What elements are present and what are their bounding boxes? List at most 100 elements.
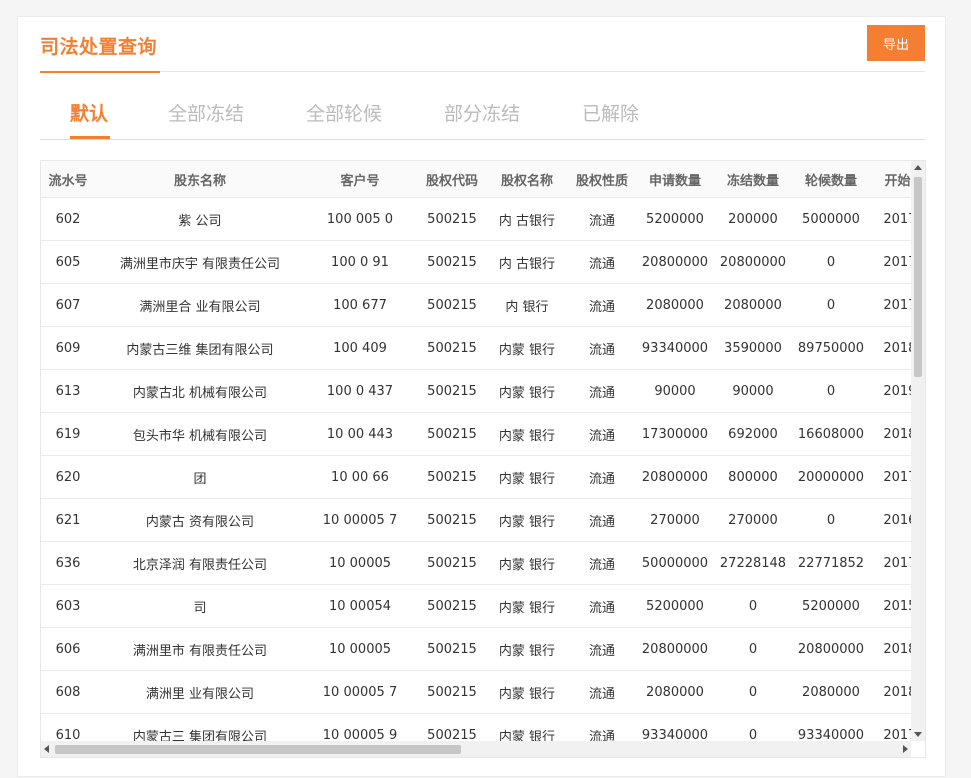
table-cell: 20000000	[795, 455, 867, 499]
table-cell: 500215	[415, 584, 489, 628]
table-cell: 22771852	[795, 541, 867, 585]
table-cell: 20190	[867, 369, 911, 413]
column-header: 股权性质	[565, 161, 639, 198]
table-cell: 608	[41, 670, 95, 714]
table-cell: 内 银行	[489, 283, 565, 327]
table-cell: 93340000	[639, 326, 711, 370]
vertical-scrollbar[interactable]	[911, 161, 925, 741]
table-cell: 流通	[565, 670, 639, 714]
scroll-up-arrow-icon[interactable]	[914, 165, 922, 170]
scroll-right-arrow-icon[interactable]	[903, 745, 908, 753]
scroll-left-arrow-icon[interactable]	[44, 745, 49, 753]
table-cell: 内蒙 银行	[489, 713, 565, 741]
table-cell: 满洲里市庆宇 有限责任公司	[95, 240, 305, 284]
table-cell: 0	[711, 627, 795, 671]
tab-bar: 默认 全部冻结 全部轮候 部分冻结 已解除	[40, 95, 925, 140]
table-cell: 流通	[565, 240, 639, 284]
table-row[interactable]: 620 团 10 00 66 500215 内蒙 银行 流通 20800000 800000…	[41, 455, 911, 499]
column-header: 客户号	[305, 161, 415, 198]
table-cell: 500215	[415, 369, 489, 413]
table-cell: 613	[41, 369, 95, 413]
table-cell: 2080000	[711, 283, 795, 327]
table-cell: 605	[41, 240, 95, 284]
table-cell: 602	[41, 197, 95, 241]
table-cell: 500215	[415, 713, 489, 741]
table-cell: 司	[95, 584, 305, 628]
table-cell: 270000	[639, 498, 711, 542]
export-button[interactable]: 导出	[867, 25, 925, 61]
table-cell: 10 00005 7	[305, 498, 415, 542]
table-cell: 89750000	[795, 326, 867, 370]
table-cell: 内蒙古 资有限公司	[95, 498, 305, 542]
table-row[interactable]: 619 包头市华 机械有限公司 10 00 443 500215 内蒙 银行 流通 1730…	[41, 412, 911, 456]
judicial-disposal-panel: 司法处置查询 导出 默认 全部冻结 全部轮候 部分冻结 已解除 流水号 股东名称客…	[17, 16, 946, 777]
table-row[interactable]: 608 满洲里 业有限公司 10 00005 7 500215 内蒙 银行 流通 20800…	[41, 670, 911, 714]
table-cell: 20181	[867, 326, 911, 370]
table-cell: 内 古银行	[489, 197, 565, 241]
table-cell: 606	[41, 627, 95, 671]
table-row[interactable]: 636 北京泽润 有限责任公司 10 00005 500215 内蒙 银行 流通 50000…	[41, 541, 911, 585]
column-header: 冻结数量	[711, 161, 795, 198]
tab-released[interactable]: 已解除	[582, 99, 639, 126]
table-cell: 100 005 0	[305, 197, 415, 241]
table-cell: 内蒙 银行	[489, 498, 565, 542]
table-cell: 20180	[867, 670, 911, 714]
table-cell: 500215	[415, 326, 489, 370]
table-cell: 100 0 437	[305, 369, 415, 413]
table-cell: 500215	[415, 412, 489, 456]
table-cell: 500215	[415, 455, 489, 499]
table-cell: 0	[711, 670, 795, 714]
disposal-table-container: 流水号股东名称客户号股权代码股权名称股权性质申请数量冻结数量轮候数量开始日 60…	[40, 160, 926, 758]
table-cell: 500215	[415, 283, 489, 327]
table-cell: 0	[711, 584, 795, 628]
table-row[interactable]: 609 内蒙古三维 集团有限公司 100 409 500215 内蒙 银行 流通 93340…	[41, 326, 911, 370]
table-cell: 20800000	[639, 627, 711, 671]
column-header: 股权名称	[489, 161, 565, 198]
table-row[interactable]: 610 内蒙古三 集团有限公司 10 00005 9 500215 内蒙 银行 流通 933…	[41, 713, 911, 741]
table-cell: 内蒙 银行	[489, 412, 565, 456]
horizontal-scroll-thumb[interactable]	[55, 745, 461, 754]
table-cell: 620	[41, 455, 95, 499]
table-cell: 内蒙 银行	[489, 541, 565, 585]
table-cell: 20150	[867, 584, 911, 628]
horizontal-scrollbar[interactable]	[41, 741, 911, 757]
title-divider	[40, 71, 925, 72]
table-cell: 满洲里市 有限责任公司	[95, 627, 305, 671]
scroll-down-arrow-icon[interactable]	[914, 732, 922, 737]
table-row[interactable]: 603 司 10 00054 500215 内蒙 银行 流通 5200000 0 520000…	[41, 584, 911, 628]
table-cell: 90000	[711, 369, 795, 413]
table-cell: 20160	[867, 498, 911, 542]
table-cell: 内蒙古北 机械有限公司	[95, 369, 305, 413]
table-row[interactable]: 606 满洲里市 有限责任公司 10 00005 500215 内蒙 银行 流通 20800…	[41, 627, 911, 671]
table-cell: 内蒙 银行	[489, 369, 565, 413]
table-cell: 20170	[867, 455, 911, 499]
tab-all-frozen[interactable]: 全部冻结	[168, 99, 244, 126]
vertical-scroll-thumb[interactable]	[914, 177, 922, 377]
table-row[interactable]: 607 满洲里合 业有限公司 100 677 500215 内 银行 流通 2080000 2…	[41, 283, 911, 327]
table-cell: 流通	[565, 412, 639, 456]
table-cell: 90000	[639, 369, 711, 413]
table-cell: 0	[795, 283, 867, 327]
table-row[interactable]: 602 紫 公司 100 005 0 500215 内 古银行 流通 5200000 2000…	[41, 197, 911, 241]
table-cell: 2080000	[795, 670, 867, 714]
table-cell: 607	[41, 283, 95, 327]
table-cell: 20180	[867, 627, 911, 671]
table-row[interactable]: 605 满洲里市庆宇 有限责任公司 100 0 91 500215 内 古银行 流通 208…	[41, 240, 911, 284]
table-cell: 流通	[565, 627, 639, 671]
tab-partial-frozen[interactable]: 部分冻结	[444, 99, 520, 126]
table-cell: 10 00005	[305, 627, 415, 671]
table-row[interactable]: 613 内蒙古北 机械有限公司 100 0 437 500215 内蒙 银行 流通 9000…	[41, 369, 911, 413]
table-cell: 93340000	[795, 713, 867, 741]
table-cell: 500215	[415, 240, 489, 284]
table-cell: 692000	[711, 412, 795, 456]
title-underline	[40, 71, 160, 73]
table-cell: 17300000	[639, 412, 711, 456]
table-cell: 5200000	[639, 584, 711, 628]
tab-default[interactable]: 默认	[70, 99, 108, 126]
table-cell: 内蒙 银行	[489, 627, 565, 671]
tab-all-waiting[interactable]: 全部轮候	[306, 99, 382, 126]
table-row[interactable]: 621 内蒙古 资有限公司 10 00005 7 500215 内蒙 银行 流通 27000…	[41, 498, 911, 542]
table-cell: 满洲里 业有限公司	[95, 670, 305, 714]
table-body: 602 紫 公司 100 005 0 500215 内 古银行 流通 5200000 2000…	[41, 197, 911, 741]
table-cell: 20170	[867, 283, 911, 327]
